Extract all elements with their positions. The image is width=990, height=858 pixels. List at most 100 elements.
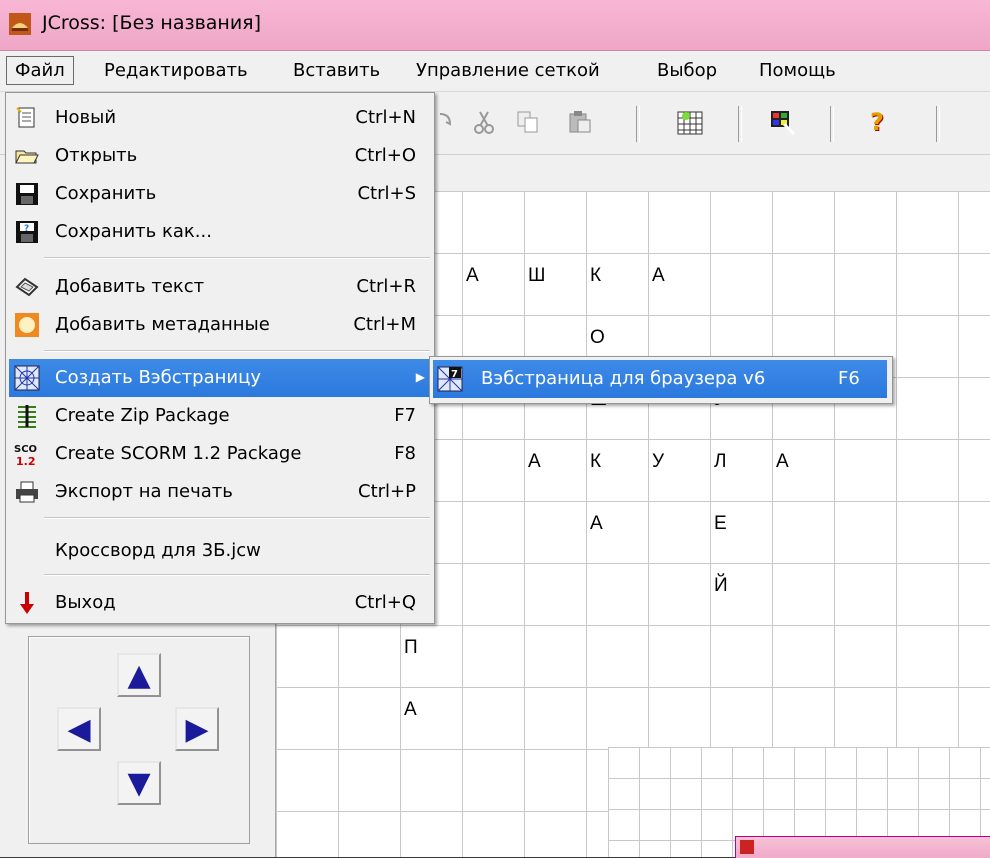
menu-edit[interactable]: Редактировать bbox=[104, 60, 248, 81]
menu-bar: Файл Редактировать Вставить Управление с… bbox=[0, 51, 990, 92]
menu-separator bbox=[44, 574, 430, 576]
grid-icon[interactable] bbox=[676, 108, 704, 136]
menu-item-shortcut: Ctrl+S bbox=[357, 183, 416, 204]
web-page-v6-icon: 7 bbox=[437, 366, 463, 392]
submenu-arrow-icon: ▶ bbox=[415, 370, 425, 384]
metadata-icon bbox=[15, 313, 39, 337]
menu-item-shortcut: Ctrl+R bbox=[356, 276, 416, 297]
svg-text:?: ? bbox=[24, 224, 29, 234]
grid-cell: Е bbox=[714, 513, 727, 534]
menu-item-save[interactable]: Сохранить Ctrl+S bbox=[6, 175, 434, 213]
webpage-submenu: 7 Вэбстраница для браузера v6 F6 bbox=[429, 356, 893, 404]
menu-item-label: Открыть bbox=[55, 145, 138, 166]
open-folder-icon bbox=[15, 150, 39, 164]
nav-up-icon[interactable]: ▲ bbox=[117, 653, 161, 697]
menu-item-create-scorm[interactable]: SCO 1.2 Create SCORM 1.2 Package F8 bbox=[6, 435, 434, 473]
web-page-icon bbox=[14, 365, 40, 391]
submenu-item-browser-v6[interactable]: 7 Вэбстраница для браузера v6 F6 bbox=[433, 360, 887, 398]
menu-item-label: Кроссворд для 3Б.jcw bbox=[55, 540, 261, 561]
svg-text:1.2: 1.2 bbox=[16, 455, 36, 467]
zip-icon bbox=[18, 405, 36, 428]
menu-item-shortcut: F7 bbox=[394, 405, 416, 426]
menu-help[interactable]: Помощь bbox=[759, 60, 836, 81]
printer-icon bbox=[16, 481, 38, 503]
menu-item-add-text[interactable]: Добавить текст Ctrl+R bbox=[6, 268, 434, 306]
new-file-icon bbox=[16, 107, 35, 128]
toolbar-separator bbox=[636, 106, 640, 142]
undo-icon[interactable] bbox=[432, 108, 460, 136]
grid-cell: Л bbox=[714, 451, 727, 472]
menu-item-shortcut: Ctrl+M bbox=[353, 314, 416, 335]
grid-cell: А bbox=[528, 451, 541, 472]
floppy-disk-icon bbox=[16, 183, 38, 205]
menu-insert[interactable]: Вставить bbox=[293, 60, 380, 81]
window-title: JCross: [Без названия] bbox=[42, 12, 262, 34]
menu-item-recent-file[interactable]: Кроссворд для 3Б.jcw bbox=[6, 532, 434, 570]
grid-cell: А bbox=[466, 265, 479, 286]
help-question-icon[interactable]: ? bbox=[870, 108, 898, 136]
window-app-icon bbox=[740, 840, 754, 854]
menu-item-label: Создать Вэбстраницу bbox=[55, 367, 261, 388]
toolbar-separator bbox=[830, 106, 834, 142]
menu-item-create-zip[interactable]: Create Zip Package F7 bbox=[6, 397, 434, 435]
grid-cell: У bbox=[652, 451, 665, 472]
grid-cell: А bbox=[404, 699, 417, 720]
menu-item-print[interactable]: Экспорт на печать Ctrl+P bbox=[6, 473, 434, 511]
menu-item-save-as[interactable]: ? Сохранить как... bbox=[6, 213, 434, 251]
grid-cell: А bbox=[590, 513, 603, 534]
menu-item-shortcut: Ctrl+P bbox=[358, 481, 416, 502]
grid-cell: К bbox=[590, 265, 602, 286]
grid-cell: Й bbox=[714, 575, 728, 596]
menu-item-shortcut: Ctrl+N bbox=[355, 107, 416, 128]
menu-item-label: Экспорт на печать bbox=[55, 481, 233, 502]
toolbar-separator bbox=[738, 106, 742, 142]
menu-item-add-metadata[interactable]: Добавить метаданные Ctrl+M bbox=[6, 306, 434, 344]
toolbar-separator bbox=[936, 106, 940, 142]
menu-item-label: Добавить метаданные bbox=[55, 314, 270, 335]
menu-item-label: Create Zip Package bbox=[55, 405, 230, 426]
grid-cell: Ш bbox=[528, 265, 546, 286]
menu-separator bbox=[44, 350, 430, 352]
navigation-box: ▲ ◀ ▶ ▼ bbox=[28, 636, 250, 844]
menu-item-label: Выход bbox=[55, 592, 116, 613]
grid-cell: А bbox=[652, 265, 665, 286]
submenu-item-label: Вэбстраница для браузера v6 bbox=[481, 368, 766, 389]
menu-select[interactable]: Выбор bbox=[657, 60, 717, 81]
menu-file[interactable]: Файл bbox=[6, 56, 74, 85]
nav-left-icon[interactable]: ◀ bbox=[57, 707, 101, 751]
copy-icon[interactable] bbox=[514, 108, 542, 136]
nav-down-icon[interactable]: ▼ bbox=[117, 761, 161, 805]
grid-cell: А bbox=[776, 451, 789, 472]
submenu-item-shortcut: F6 bbox=[838, 368, 860, 389]
exit-arrow-icon bbox=[20, 592, 34, 614]
save-as-icon: ? bbox=[16, 221, 38, 243]
add-text-icon bbox=[15, 277, 39, 297]
menu-item-shortcut: Ctrl+Q bbox=[354, 592, 416, 613]
menu-item-open[interactable]: Открыть Ctrl+O bbox=[6, 137, 434, 175]
paste-icon[interactable] bbox=[566, 108, 594, 136]
menu-item-label: Сохранить как... bbox=[55, 221, 212, 242]
menu-separator bbox=[44, 257, 430, 259]
background-window-titlebar[interactable] bbox=[735, 836, 990, 858]
cut-icon[interactable] bbox=[470, 108, 498, 136]
menu-item-new[interactable]: Новый Ctrl+N bbox=[6, 99, 434, 137]
menu-item-label: Новый bbox=[55, 107, 117, 128]
scorm-icon: SCO1.2 bbox=[14, 444, 37, 467]
grid-cell: О bbox=[590, 327, 605, 348]
grid-cell: К bbox=[590, 451, 602, 472]
menu-item-label: Сохранить bbox=[55, 183, 157, 204]
svg-text:SCO: SCO bbox=[14, 444, 37, 455]
menu-item-create-webpage[interactable]: Создать Вэбстраницу ▶ bbox=[9, 359, 431, 397]
menu-separator bbox=[44, 517, 430, 519]
menu-grid-control[interactable]: Управление сеткой bbox=[416, 60, 600, 81]
app-icon bbox=[9, 13, 31, 35]
title-bar: JCross: [Без названия] bbox=[0, 0, 990, 51]
properties-icon[interactable] bbox=[768, 108, 796, 136]
menu-item-exit[interactable]: Выход Ctrl+Q bbox=[6, 584, 434, 622]
file-menu: Новый Ctrl+N Открыть Ctrl+O Сохранить Ct… bbox=[5, 92, 435, 624]
menu-item-label: Create SCORM 1.2 Package bbox=[55, 443, 302, 464]
menu-item-shortcut: F8 bbox=[394, 443, 416, 464]
menu-item-shortcut: Ctrl+O bbox=[354, 145, 416, 166]
menu-item-label: Добавить текст bbox=[55, 276, 205, 297]
nav-right-icon[interactable]: ▶ bbox=[175, 707, 219, 751]
